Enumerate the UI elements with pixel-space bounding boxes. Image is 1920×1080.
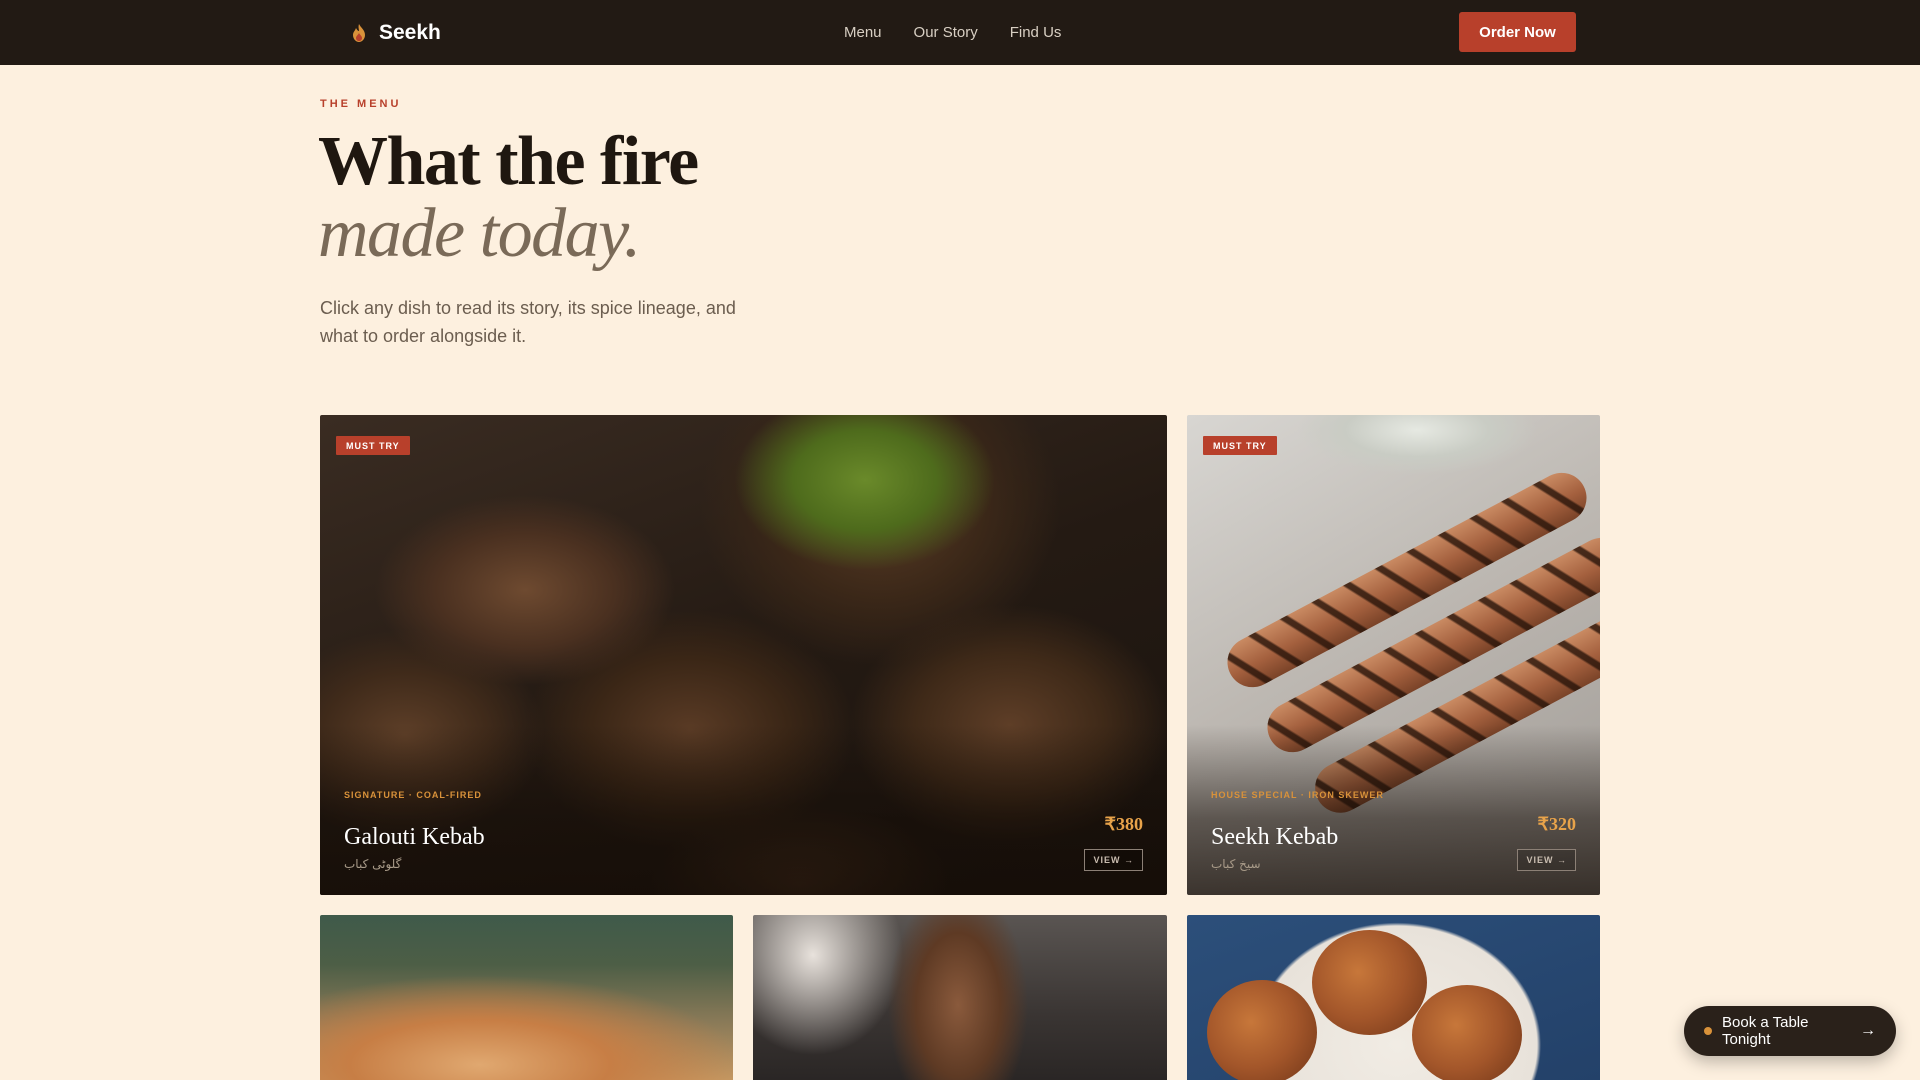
view-dish-button[interactable]: VIEW →: [1517, 849, 1576, 871]
must-try-badge: MUST TRY: [1203, 436, 1277, 455]
page-title-italic: made today.: [318, 195, 641, 272]
arrow-right-icon: →: [1860, 1022, 1876, 1039]
kebab-patty: [1312, 930, 1427, 1035]
dish-card-seekh-kebab[interactable]: MUST TRY HOUSE SPECIAL · IRON SKEWER See…: [1187, 415, 1600, 895]
dish-card-photo[interactable]: [753, 915, 1167, 1080]
dish-name: Seekh Kebab: [1211, 824, 1339, 850]
book-table-button[interactable]: Book a Table Tonight →: [1684, 1006, 1896, 1056]
dish-native-name: گلوٹی کباب: [344, 857, 402, 871]
flame-icon: [353, 23, 365, 42]
kebab-patty: [1207, 980, 1317, 1080]
section-eyebrow: THE MENU: [320, 98, 402, 110]
order-now-button[interactable]: Order Now: [1459, 12, 1576, 52]
card-shade: [320, 725, 1167, 895]
brand-name: Seekh: [379, 20, 441, 44]
nav-link-menu[interactable]: Menu: [844, 24, 882, 41]
nav-link-find-us[interactable]: Find Us: [1010, 24, 1062, 41]
dish-native-name: سیخ کباب: [1211, 857, 1261, 871]
must-try-badge: MUST TRY: [336, 436, 410, 455]
dish-tags: SIGNATURE · COAL-FIRED: [344, 790, 482, 800]
brand[interactable]: Seekh: [351, 0, 441, 65]
dish-price: ₹320: [1537, 814, 1576, 834]
dish-tags: HOUSE SPECIAL · IRON SKEWER: [1211, 790, 1384, 800]
top-nav: Seekh Menu Our Story Find Us Order Now: [0, 0, 1920, 65]
dish-name: Galouti Kebab: [344, 824, 485, 850]
book-table-label: Book a Table Tonight: [1722, 1014, 1809, 1048]
dish-card-galouti-kebab[interactable]: MUST TRY SIGNATURE · COAL-FIRED Galouti …: [320, 415, 1167, 895]
nav-links: Menu Our Story Find Us: [844, 0, 1061, 65]
page-title: What the fire: [318, 123, 699, 200]
dish-card-photo[interactable]: [320, 915, 733, 1080]
status-dot: [1704, 1027, 1712, 1035]
nav-link-our-story[interactable]: Our Story: [914, 24, 978, 41]
kebab-patty: [1412, 985, 1522, 1080]
view-dish-button[interactable]: VIEW →: [1084, 849, 1143, 871]
intro-text: Click any dish to read its story, its sp…: [320, 298, 736, 346]
dish-card-photo[interactable]: [1187, 915, 1600, 1080]
dish-price: ₹380: [1104, 814, 1143, 834]
